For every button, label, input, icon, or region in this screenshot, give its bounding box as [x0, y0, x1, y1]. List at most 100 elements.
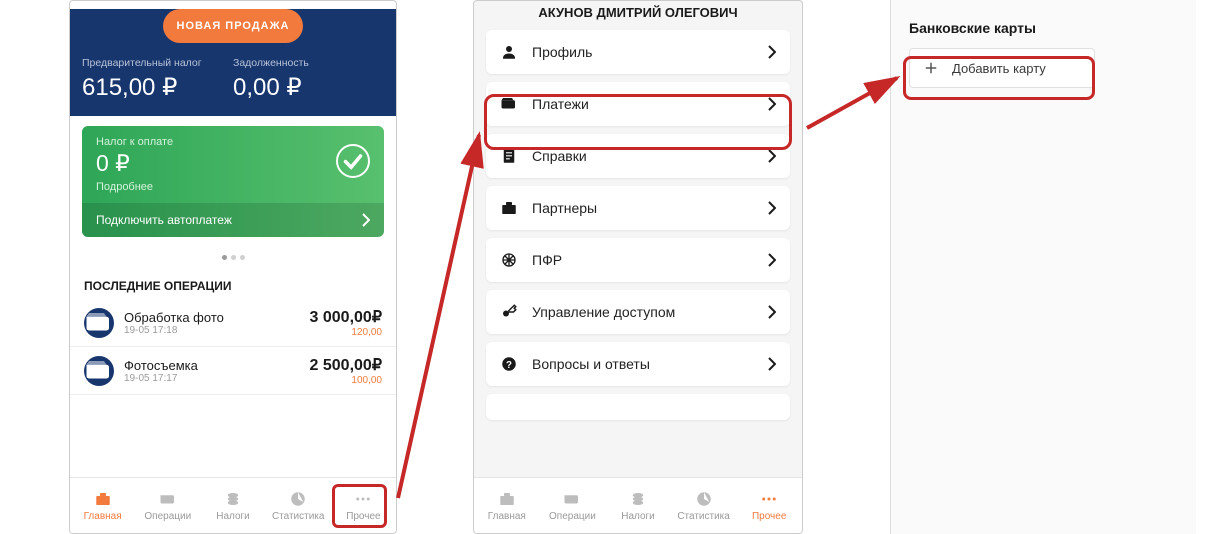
plus-icon	[922, 59, 940, 77]
menu-label: Платежи	[532, 96, 754, 112]
nav-taxes[interactable]: Налоги	[605, 478, 671, 533]
document-icon	[500, 147, 518, 165]
operation-sub: 100,00	[310, 375, 382, 386]
operation-amount-col: 2 500,00₽ 100,00	[310, 355, 382, 386]
wallet-icon	[561, 490, 583, 508]
operation-row[interactable]: Обработка фото 19-05 17:18 3 000,00₽ 120…	[70, 299, 396, 347]
screen-main: НОВАЯ ПРОДАЖА Предварительный налог 615,…	[69, 0, 397, 534]
nav-more-label: Прочее	[346, 511, 380, 522]
coins-icon	[627, 490, 649, 508]
nav-taxes[interactable]: Налоги	[200, 478, 265, 533]
menu-inquiries[interactable]: Справки	[486, 134, 790, 178]
menu-partners[interactable]: Партнеры	[486, 186, 790, 230]
tax-card-value: 0 ₽	[96, 150, 370, 177]
new-sale-button[interactable]: НОВАЯ ПРОДАЖА	[163, 9, 303, 43]
nav-operations-label: Операции	[144, 511, 191, 522]
header-panel: НОВАЯ ПРОДАЖА Предварительный налог 615,…	[70, 9, 396, 116]
menu-row-partial	[486, 394, 790, 420]
nav-more[interactable]: Прочее	[736, 478, 802, 533]
pretax-label: Предварительный налог	[82, 57, 233, 69]
nav-operations[interactable]: Операции	[135, 478, 200, 533]
menu-access[interactable]: Управление доступом	[486, 290, 790, 334]
pie-chart-icon	[693, 490, 715, 508]
bottom-nav: Главная Операции Налоги Статистика Проче…	[474, 477, 802, 533]
add-card-button[interactable]: Добавить карту	[909, 48, 1095, 88]
wallet-icon	[157, 490, 179, 508]
nav-home-label: Главная	[84, 511, 122, 522]
tax-card-more[interactable]: Подробнее	[96, 181, 370, 193]
page-indicator	[70, 247, 396, 265]
user-icon	[500, 43, 518, 61]
operation-time: 19-05 17:18	[124, 325, 310, 336]
screen-more: АКУНОВ ДМИТРИЙ ОЛЕГОВИЧ Профиль Платежи …	[473, 0, 803, 534]
operation-sub: 120,00	[310, 327, 382, 338]
nav-home[interactable]: Главная	[474, 478, 540, 533]
menu-faq[interactable]: ? Вопросы и ответы	[486, 342, 790, 386]
nav-stats[interactable]: Статистика	[266, 478, 331, 533]
chevron-right-icon	[768, 357, 776, 371]
debt-label: Задолженность	[233, 57, 384, 69]
tax-card-label: Налог к оплате	[96, 136, 370, 148]
menu-label: Партнеры	[532, 200, 754, 216]
chevron-right-icon	[768, 45, 776, 59]
operation-title: Обработка фото	[124, 310, 310, 325]
chevron-right-icon	[362, 213, 370, 227]
coins-icon	[222, 490, 244, 508]
operation-amount: 3 000,00₽	[310, 307, 382, 327]
pretax-value: 615,00 ₽	[82, 73, 233, 102]
bank-cards-heading: Банковские карты	[909, 20, 1162, 36]
nav-operations[interactable]: Операции	[540, 478, 606, 533]
operation-amount-col: 3 000,00₽ 120,00	[310, 307, 382, 338]
checkmark-icon	[336, 144, 370, 178]
user-name: АКУНОВ ДМИТРИЙ ОЛЕГОВИЧ	[474, 1, 802, 30]
nav-taxes-label: Налоги	[621, 511, 655, 522]
autopay-link[interactable]: Подключить автоплатеж	[82, 203, 384, 237]
screen-cards: Банковские карты Добавить карту	[890, 0, 1196, 534]
nav-stats-label: Статистика	[272, 511, 325, 522]
debt-value: 0,00 ₽	[233, 73, 384, 102]
wallet-icon	[84, 308, 114, 338]
menu-label: Профиль	[532, 44, 754, 60]
nav-home-label: Главная	[488, 511, 526, 522]
chevron-right-icon	[768, 305, 776, 319]
nav-more[interactable]: Прочее	[331, 478, 396, 533]
svg-text:?: ?	[506, 360, 512, 371]
debt-col: Задолженность 0,00 ₽	[233, 57, 384, 102]
menu-label: Вопросы и ответы	[532, 356, 754, 372]
menu-label: ПФР	[532, 252, 754, 268]
bottom-nav: Главная Операции Налоги Статистика Проче…	[70, 477, 396, 533]
nav-home[interactable]: Главная	[70, 478, 135, 533]
operation-title: Фотосъемка	[124, 358, 310, 373]
key-icon	[500, 303, 518, 321]
nav-more-label: Прочее	[752, 511, 786, 522]
chevron-right-icon	[768, 201, 776, 215]
question-icon: ?	[500, 355, 518, 373]
operation-row[interactable]: Фотосъемка 19-05 17:17 2 500,00₽ 100,00	[70, 347, 396, 395]
operation-info: Фотосъемка 19-05 17:17	[124, 358, 310, 384]
nav-operations-label: Операции	[549, 511, 596, 522]
autopay-label: Подключить автоплатеж	[96, 213, 232, 227]
menu-profile[interactable]: Профиль	[486, 30, 790, 74]
pfr-logo-icon	[500, 251, 518, 269]
wallet-icon	[500, 95, 518, 113]
nav-stats[interactable]: Статистика	[671, 478, 737, 533]
nav-taxes-label: Налоги	[216, 511, 250, 522]
nav-stats-label: Статистика	[677, 511, 730, 522]
more-dots-icon	[352, 490, 374, 508]
menu-label: Справки	[532, 148, 754, 164]
more-menu: Профиль Платежи Справки Партнеры ПФР Упр…	[474, 30, 802, 420]
briefcase-icon	[92, 490, 114, 508]
more-dots-icon	[758, 490, 780, 508]
pretax-col: Предварительный налог 615,00 ₽	[82, 57, 233, 102]
menu-label: Управление доступом	[532, 304, 754, 320]
tax-summary: Предварительный налог 615,00 ₽ Задолженн…	[82, 57, 384, 102]
menu-payments[interactable]: Платежи	[486, 82, 790, 126]
briefcase-icon	[496, 490, 518, 508]
chevron-right-icon	[768, 149, 776, 163]
menu-pfr[interactable]: ПФР	[486, 238, 790, 282]
operation-time: 19-05 17:17	[124, 373, 310, 384]
chevron-right-icon	[768, 97, 776, 111]
chevron-right-icon	[768, 253, 776, 267]
wallet-icon	[84, 356, 114, 386]
tax-to-pay-card[interactable]: Налог к оплате 0 ₽ Подробнее Подключить …	[82, 126, 384, 237]
